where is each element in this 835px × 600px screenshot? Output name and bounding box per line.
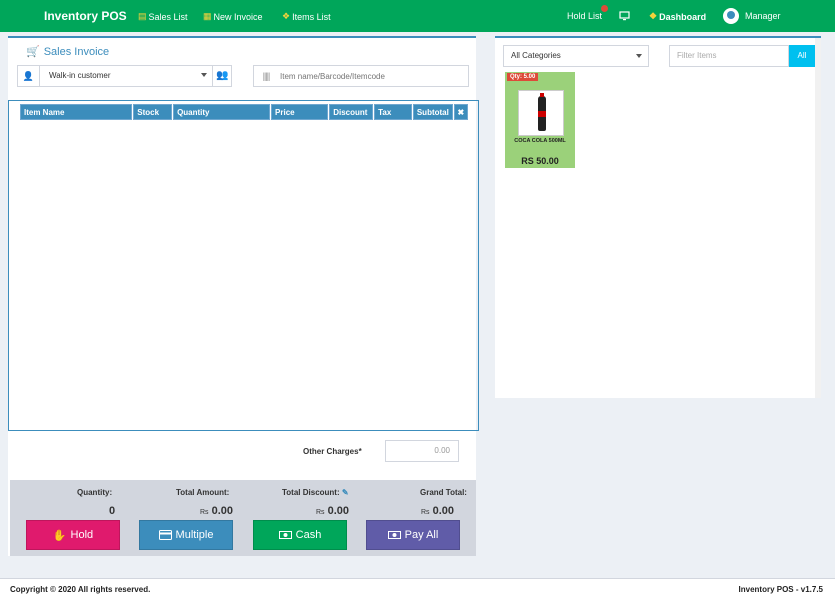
monitor-icon-svg bbox=[619, 11, 630, 21]
col-price: Price bbox=[271, 104, 329, 120]
nav-hold-list-label: Hold List bbox=[567, 11, 603, 21]
col-item-name: Item Name bbox=[20, 104, 133, 120]
user-icon: 👤 bbox=[18, 66, 40, 86]
hold-count-badge bbox=[601, 5, 609, 12]
copyright-text: Copyright © 2020 All rights reserved. bbox=[10, 585, 151, 594]
multiple-button[interactable]: Multiple bbox=[139, 520, 233, 550]
col-tax: Tax bbox=[374, 104, 412, 120]
hold-button[interactable]: ✋ Hold bbox=[26, 520, 120, 550]
product-qty-badge: Qty: 5.00 bbox=[507, 73, 539, 81]
items-icon: ❖ bbox=[282, 11, 291, 21]
item-search: ||||| bbox=[253, 65, 469, 87]
currency: Rs bbox=[200, 509, 209, 516]
money-icon bbox=[387, 531, 401, 539]
totals-bar: Quantity: 0 Total Amount: Rs 0.00 Total … bbox=[10, 480, 476, 556]
edit-icon[interactable]: ✎ bbox=[342, 488, 349, 497]
filter-items-input[interactable]: Filter Items bbox=[669, 45, 789, 67]
nav-hold-list[interactable]: Hold List bbox=[567, 5, 609, 21]
barcode-icon: ||||| bbox=[262, 71, 271, 81]
other-charges-label: Other Charges* bbox=[303, 447, 362, 456]
monitor-icon[interactable] bbox=[619, 11, 630, 21]
item-search-input[interactable] bbox=[280, 68, 465, 84]
col-subtotal: Subtotal bbox=[412, 104, 453, 120]
customer-value: Walk-in customer bbox=[49, 71, 111, 80]
all-button[interactable]: All bbox=[789, 45, 815, 67]
total-discount-value: 0.00 bbox=[327, 505, 350, 517]
footer: Copyright © 2020 All rights reserved. In… bbox=[0, 578, 835, 600]
brand-logo[interactable]: Inventory POS bbox=[44, 9, 127, 23]
list-icon: ▤ bbox=[138, 11, 147, 21]
grand-total-value: 0.00 bbox=[432, 505, 455, 517]
product-price: RS 50.00 bbox=[521, 156, 559, 166]
bottle-icon bbox=[538, 93, 546, 131]
total-discount-label-text: Total Discount: bbox=[282, 488, 340, 497]
panel-title: 🛒 Sales Invoice bbox=[26, 45, 110, 59]
chevron-down-icon bbox=[201, 73, 207, 77]
nav-new-invoice-label: New Invoice bbox=[213, 11, 263, 22]
nav-sales-list[interactable]: ▤ Sales List bbox=[138, 11, 188, 22]
invoice-items-table: Item Name Stock Quantity Price Discount … bbox=[8, 100, 479, 431]
currency: Rs bbox=[421, 509, 430, 516]
user-plus-icon: 👥 bbox=[216, 70, 229, 81]
nav-sales-list-label: Sales List bbox=[148, 11, 188, 22]
top-navbar: Inventory POS ▤ Sales List ▦ New Invoice… bbox=[0, 0, 835, 32]
pay-all-label: Pay All bbox=[404, 529, 439, 541]
user-name: Manager bbox=[745, 11, 781, 21]
total-amount: Rs 0.00 bbox=[200, 505, 233, 517]
invoice-icon: ▦ bbox=[203, 11, 212, 21]
table-header-row: Item Name Stock Quantity Price Discount … bbox=[20, 104, 468, 120]
quantity-label: Quantity: bbox=[77, 488, 113, 497]
category-select[interactable]: All Categories bbox=[503, 45, 649, 67]
customer-selector: 👤 Walk-in customer 👥 bbox=[17, 65, 232, 87]
items-scrollbar[interactable] bbox=[815, 38, 821, 398]
pay-all-button[interactable]: Pay All bbox=[366, 520, 460, 550]
col-quantity: Quantity bbox=[173, 104, 271, 120]
col-stock: Stock bbox=[133, 104, 173, 120]
user-avatar[interactable] bbox=[723, 8, 739, 24]
total-discount-label: Total Discount: ✎ bbox=[282, 488, 349, 497]
total-amount-label: Total Amount: bbox=[176, 488, 230, 497]
dashboard-icon: ❖ bbox=[649, 11, 658, 21]
multiple-label: Multiple bbox=[175, 529, 214, 541]
panel-title-text: Sales Invoice bbox=[43, 45, 110, 58]
product-card[interactable]: Qty: 5.00 COCA COLA 500ML RS 50.00 bbox=[505, 72, 575, 168]
customer-select[interactable]: Walk-in customer bbox=[40, 66, 211, 86]
version-text: Inventory POS - v1.7.5 bbox=[738, 585, 823, 594]
grand-total-label: Grand Total: bbox=[420, 488, 467, 497]
other-charges-input[interactable]: 0.00 bbox=[385, 440, 459, 462]
cash-label: Cash bbox=[295, 529, 322, 541]
currency: Rs bbox=[316, 509, 325, 516]
items-panel: All Categories Filter Items All Qty: 5.0… bbox=[495, 36, 821, 398]
cart-icon: 🛒 bbox=[26, 46, 40, 58]
total-amount-value: 0.00 bbox=[211, 505, 234, 517]
items-table: Item Name Stock Quantity Price Discount … bbox=[19, 103, 469, 121]
grand-total: Rs 0.00 bbox=[421, 505, 454, 517]
hand-icon: ✋ bbox=[52, 529, 67, 542]
nav-dashboard-label: Dashboard bbox=[659, 11, 707, 22]
chevron-down-icon bbox=[636, 54, 642, 58]
product-name: COCA COLA 500ML bbox=[514, 138, 566, 144]
add-customer-button[interactable]: 👥 bbox=[212, 66, 232, 86]
category-value: All Categories bbox=[511, 51, 561, 60]
cash-button[interactable]: Cash bbox=[253, 520, 347, 550]
nav-user-menu[interactable]: Manager bbox=[745, 11, 781, 21]
quantity-value: 0 bbox=[109, 505, 116, 517]
nav-new-invoice[interactable]: ▦ New Invoice bbox=[203, 11, 263, 22]
money-icon bbox=[278, 531, 292, 539]
nav-items-list[interactable]: ❖ Items List bbox=[282, 11, 331, 22]
sales-invoice-panel: 🛒 Sales Invoice 👤 Walk-in customer 👥 |||… bbox=[8, 36, 479, 556]
nav-items-list-label: Items List bbox=[292, 11, 331, 22]
clear-all-icon[interactable]: ✖ bbox=[453, 104, 468, 120]
nav-dashboard[interactable]: ❖ Dashboard bbox=[649, 11, 706, 22]
credit-card-icon bbox=[158, 530, 172, 540]
hold-label: Hold bbox=[70, 529, 94, 541]
col-discount: Discount bbox=[329, 104, 374, 120]
product-image bbox=[518, 90, 564, 136]
total-discount: Rs 0.00 bbox=[316, 505, 349, 517]
